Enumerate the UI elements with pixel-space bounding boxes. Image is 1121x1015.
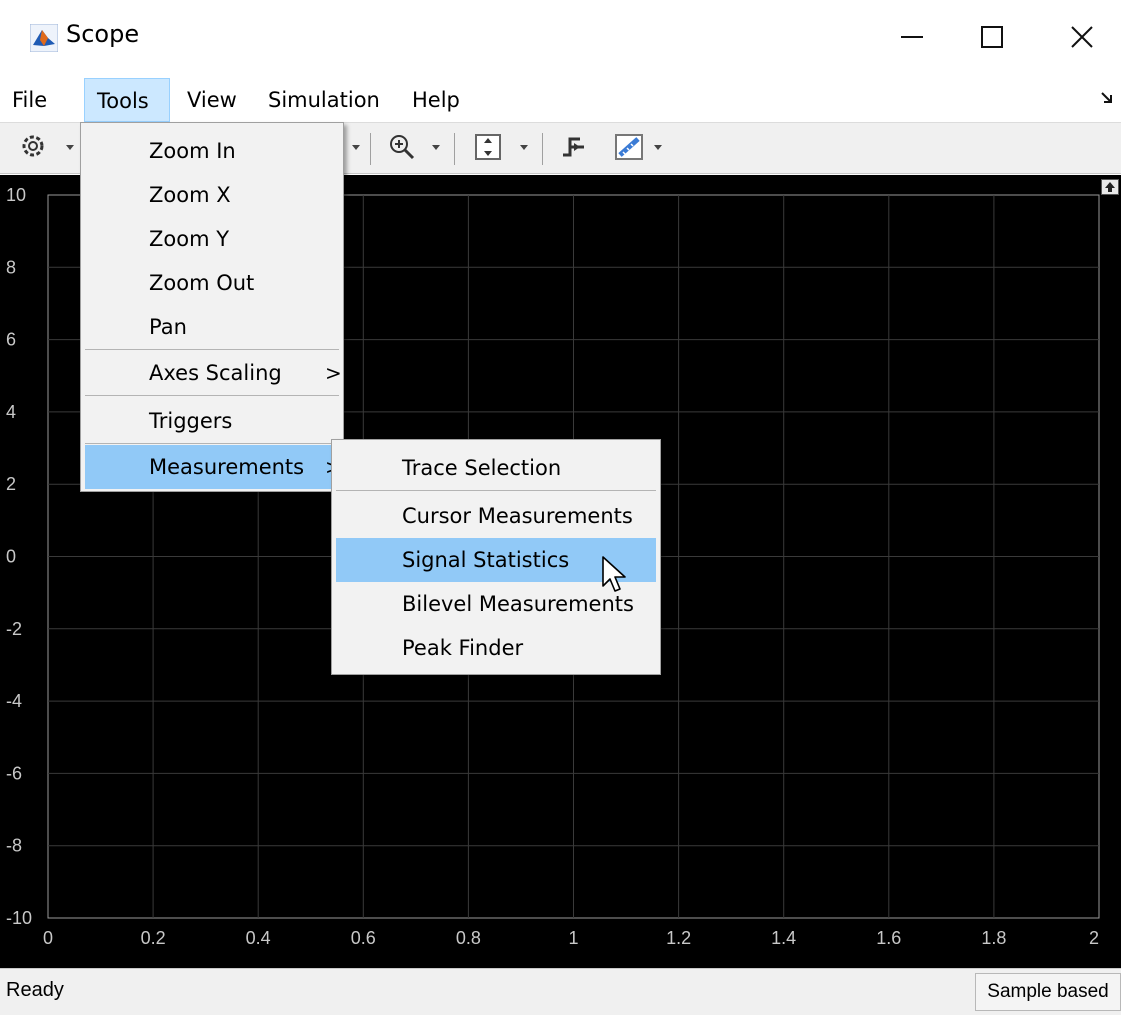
x-tick-label: 1 [568, 928, 578, 948]
title-bar: Scope [0, 0, 1121, 78]
close-button[interactable] [1052, 12, 1112, 62]
x-tick-label: 0.4 [246, 928, 271, 948]
menu-file[interactable]: File [0, 78, 59, 122]
status-text: Ready [6, 979, 64, 1001]
minimize-button[interactable] [882, 12, 942, 62]
x-tick-label: 0.2 [141, 928, 166, 948]
menu-item-zoom-in[interactable]: Zoom In [85, 129, 339, 173]
undock-arrow-icon[interactable] [1100, 90, 1114, 109]
measure-dropdown-arrow-icon[interactable] [654, 145, 662, 150]
menu-item-label: Axes Scaling [149, 361, 282, 385]
autoscale-dropdown-arrow-icon[interactable] [520, 145, 528, 150]
menu-help[interactable]: Help [400, 78, 472, 122]
submenu-chevron-icon: > [325, 361, 342, 385]
toolbar-separator [454, 133, 455, 165]
zoom-dropdown-arrow-icon[interactable] [432, 145, 440, 150]
menu-simulation[interactable]: Simulation [256, 78, 392, 122]
y-tick-label: 6 [6, 330, 16, 350]
expand-legend-icon[interactable] [1101, 179, 1119, 199]
menu-tools[interactable]: Tools [84, 78, 170, 122]
maximize-button[interactable] [962, 12, 1022, 62]
y-tick-label: 8 [6, 257, 16, 277]
toolbar-separator [542, 133, 543, 165]
menu-separator [85, 443, 339, 444]
y-tick-label: -4 [6, 691, 22, 711]
x-tick-label: 0 [43, 928, 53, 948]
tools-menu: Zoom In Zoom X Zoom Y Zoom Out Pan Axes … [80, 122, 344, 492]
window-title: Scope [66, 20, 140, 48]
menu-item-zoom-x[interactable]: Zoom X [85, 173, 339, 217]
menu-bar: File Tools View Simulation Help [0, 78, 1121, 122]
scope-window: Scope File Tools View Simulation Help 0 … [0, 0, 1121, 1015]
menu-separator [85, 349, 339, 350]
y-tick-label: 0 [6, 547, 16, 567]
x-tick-label: 1.8 [981, 928, 1006, 948]
x-tick-label: 0.8 [456, 928, 481, 948]
menu-item-axes-scaling[interactable]: Axes Scaling > [85, 351, 342, 395]
menu-item-zoom-out[interactable]: Zoom Out [85, 261, 339, 305]
x-tick-label: 1.6 [876, 928, 901, 948]
menu-view[interactable]: View [175, 78, 249, 122]
close-icon [1071, 26, 1093, 48]
x-tick-label: 2 [1089, 928, 1099, 948]
zoom-in-icon[interactable] [388, 133, 416, 165]
y-tick-label: 10 [6, 185, 26, 205]
menu-item-triggers[interactable]: Triggers [85, 399, 339, 443]
y-tick-label: -2 [6, 619, 22, 639]
toolbar-separator [370, 133, 371, 165]
settings-dropdown-arrow-icon[interactable] [66, 145, 74, 150]
status-bar: Ready Sample based [0, 968, 1121, 1015]
x-tick-label: 1.2 [666, 928, 691, 948]
trigger-icon[interactable] [560, 133, 588, 165]
menu-item-trace-selection[interactable]: Trace Selection [336, 446, 656, 490]
menu-item-peak-finder[interactable]: Peak Finder [336, 626, 656, 670]
menu-separator [85, 395, 339, 396]
mouse-pointer-icon [602, 556, 628, 600]
toolbar-dropdown-arrow-icon[interactable] [352, 145, 360, 150]
y-tick-label: -6 [6, 763, 22, 783]
maximize-icon [981, 26, 1003, 48]
minimize-icon [901, 36, 923, 38]
menu-item-zoom-y[interactable]: Zoom Y [85, 217, 339, 261]
measure-ruler-icon[interactable] [614, 133, 644, 165]
y-tick-label: 2 [6, 474, 16, 494]
sample-mode-indicator: Sample based [975, 973, 1121, 1011]
menu-item-cursor-measurements[interactable]: Cursor Measurements [336, 494, 656, 538]
matlab-app-icon [29, 23, 59, 53]
x-tick-label: 0.6 [351, 928, 376, 948]
y-tick-label: 4 [6, 402, 16, 422]
autoscale-icon[interactable] [474, 133, 502, 165]
y-tick-label: -8 [6, 836, 22, 856]
menu-separator [336, 490, 656, 491]
settings-gear-icon[interactable] [20, 133, 46, 163]
x-tick-label: 1.4 [771, 928, 796, 948]
menu-item-pan[interactable]: Pan [85, 305, 339, 349]
menu-item-measurements[interactable]: Measurements > [85, 445, 342, 489]
menu-item-label: Measurements [149, 455, 305, 479]
y-tick-label: -10 [6, 908, 32, 928]
